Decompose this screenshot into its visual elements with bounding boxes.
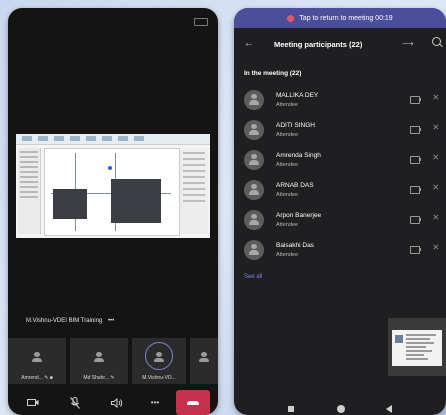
home-icon[interactable]	[337, 405, 345, 413]
avatar-icon	[32, 352, 42, 362]
avatar	[244, 240, 264, 260]
participant-name: Arpon Banerjee	[276, 212, 322, 219]
recording-dot-icon	[287, 14, 295, 22]
participant-role: Attendee	[276, 222, 299, 228]
return-to-meeting-banner[interactable]: Tap to return to meeting 00:19	[234, 8, 446, 28]
mic-off-icon: ⨯	[432, 212, 440, 222]
mic-off-icon: ⨯	[432, 122, 440, 132]
camera-off-icon[interactable]	[16, 390, 50, 415]
avatar-icon	[94, 352, 104, 362]
shared-app-left-panel	[18, 148, 41, 234]
shared-app-canvas	[44, 148, 180, 236]
participant-row[interactable]: Arpon Banerjee Attendee ⨯	[234, 206, 446, 236]
mic-off-icon: ⨯	[432, 152, 440, 162]
mic-off-icon: ⨯	[432, 92, 440, 102]
participant-tile[interactable]: Md Shahr... ✎	[70, 338, 128, 384]
share-icon[interactable]: ⟶	[402, 39, 413, 48]
search-icon[interactable]	[432, 37, 441, 46]
participant-role: Attendee	[276, 102, 299, 108]
camera-icon	[410, 186, 421, 194]
banner-text: Tap to return to meeting 00:19	[299, 14, 393, 22]
participant-row[interactable]: ARNAB DAS Attendee ⨯	[234, 176, 446, 206]
see-all-link[interactable]: See all	[244, 274, 262, 280]
avatar-icon	[199, 352, 209, 362]
avatar	[244, 150, 264, 170]
shared-app-ribbon	[16, 134, 210, 145]
call-controls: •••	[8, 390, 218, 415]
avatar	[244, 90, 264, 110]
participant-tile-name: Md Shahr... ✎	[83, 375, 115, 381]
section-heading: In the meeting (22)	[244, 70, 302, 77]
meeting-title: M.Vishnu-VDEI BIM Training •••	[26, 318, 114, 324]
participant-name: MALLIKA DEY	[276, 92, 319, 99]
pip-shared-screen	[392, 330, 442, 366]
mic-off-icon: ⨯	[432, 242, 440, 252]
participants-header: ← Meeting participants (22) ⟶	[234, 28, 446, 60]
mic-off-icon[interactable]	[58, 390, 92, 415]
avatar-icon	[154, 352, 164, 362]
participant-row[interactable]: ADITI SINGH Attendee ⨯	[234, 116, 446, 146]
camera-icon	[410, 246, 421, 254]
participant-tiles: Amrend... ✎ ■ Md Shahr... ✎ M.Vishnu-VD.…	[8, 338, 218, 384]
avatar	[244, 180, 264, 200]
participant-row[interactable]: Amrenda Singh Attendee ⨯	[234, 146, 446, 176]
shared-app-right-panel	[179, 148, 208, 234]
back-arrow-icon[interactable]: ←	[244, 38, 254, 49]
speaker-icon[interactable]	[100, 390, 134, 415]
model-marker	[108, 166, 112, 170]
camera-icon	[410, 156, 421, 164]
participant-tile-name: Amrend... ✎ ■	[21, 375, 53, 381]
more-button[interactable]: •••	[138, 390, 172, 415]
page-title: Meeting participants (22)	[274, 40, 363, 49]
participant-tile-overflow[interactable]	[190, 338, 218, 384]
participant-tile[interactable]: Amrend... ✎ ■	[8, 338, 66, 384]
back-nav-icon[interactable]	[386, 405, 392, 413]
hang-up-button[interactable]	[176, 390, 210, 415]
camera-icon	[410, 126, 421, 134]
participants-phone-screen: Tap to return to meeting 00:19 ← Meeting…	[234, 8, 446, 415]
participant-name: ARNAB DAS	[276, 182, 314, 189]
meeting-title-text: M.Vishnu-VDEI BIM Training	[26, 318, 103, 324]
camera-icon	[410, 96, 421, 104]
participant-role: Attendee	[276, 252, 299, 258]
participant-tile-name: M.Vishnu-VD...	[142, 375, 176, 381]
camera-icon	[410, 216, 421, 224]
participant-name: ADITI SINGH	[276, 122, 316, 129]
meeting-pip-preview[interactable]	[388, 318, 446, 376]
meeting-phone-screen: M.Vishnu-VDEI BIM Training ••• Amrend...…	[8, 8, 218, 415]
shared-screen[interactable]	[16, 134, 210, 238]
participant-role: Attendee	[276, 162, 299, 168]
participant-name: Baisakhi Das	[276, 242, 314, 249]
participant-name: Amrenda Singh	[276, 152, 321, 159]
participant-row[interactable]: MALLIKA DEY Attendee ⨯	[234, 86, 446, 116]
participant-role: Attendee	[276, 132, 299, 138]
hang-up-icon	[187, 400, 199, 405]
model-block-right	[111, 179, 161, 223]
participant-role: Attendee	[276, 192, 299, 198]
self-tile[interactable]: M.Vishnu-VD...	[132, 338, 186, 384]
avatar	[244, 210, 264, 230]
more-options-icon[interactable]: •••	[108, 318, 114, 324]
system-nav-bar	[234, 403, 446, 415]
participant-row[interactable]: Baisakhi Das Attendee ⨯	[234, 236, 446, 266]
recent-apps-icon[interactable]	[288, 406, 294, 412]
battery-icon	[194, 18, 208, 26]
mic-off-icon: ⨯	[432, 182, 440, 192]
model-block-left	[53, 189, 87, 219]
avatar	[244, 120, 264, 140]
